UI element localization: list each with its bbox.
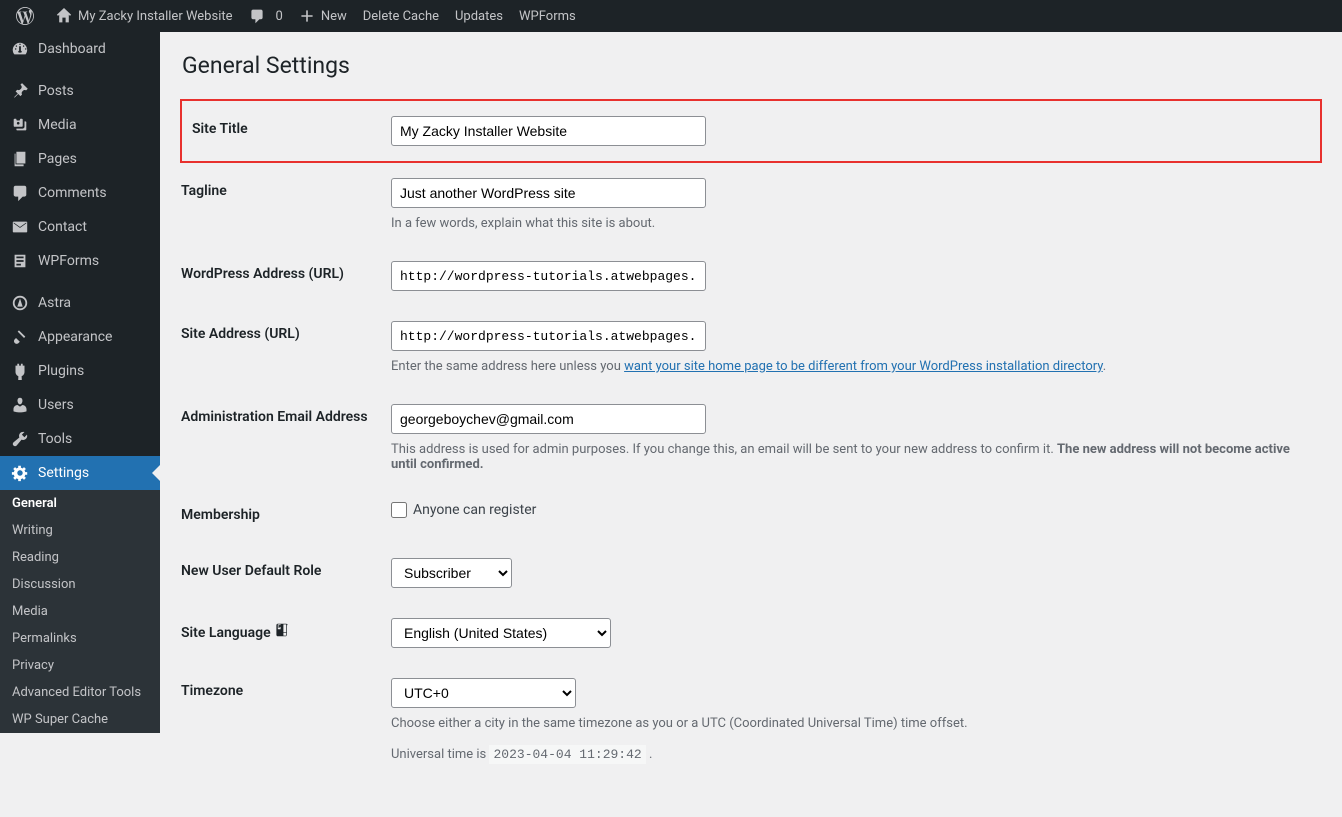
tagline-input[interactable]	[391, 178, 706, 208]
menu-settings[interactable]: Settings	[0, 456, 160, 490]
membership-label: Membership	[181, 487, 381, 543]
membership-checkbox-label[interactable]: Anyone can register	[391, 502, 1311, 518]
submenu-discussion[interactable]: Discussion	[0, 571, 160, 598]
menu-posts[interactable]: Posts	[0, 74, 160, 108]
tagline-description: In a few words, explain what this site i…	[391, 216, 1311, 231]
language-select[interactable]: English (United States)	[391, 618, 611, 648]
comments-icon	[10, 184, 30, 202]
timezone-label: Timezone	[181, 663, 381, 777]
wordpress-icon	[16, 7, 34, 25]
users-icon	[10, 396, 30, 414]
settings-form: Site Title Tagline In a few words, expla…	[180, 99, 1322, 777]
universal-time-text: Universal time is 2023-04-04 11:29:42 .	[391, 747, 1311, 762]
membership-checkbox[interactable]	[391, 502, 407, 518]
menu-media[interactable]: Media	[0, 108, 160, 142]
site-title-input[interactable]	[391, 116, 706, 146]
pin-icon	[10, 82, 30, 100]
comments-link[interactable]: 0	[241, 0, 291, 32]
menu-contact[interactable]: Contact	[0, 210, 160, 244]
menu-appearance[interactable]: Appearance	[0, 320, 160, 354]
wp-url-input[interactable]	[391, 261, 706, 291]
comments-count: 0	[276, 9, 283, 24]
site-url-description: Enter the same address here unless you w…	[391, 359, 1311, 374]
menu-astra[interactable]: Astra	[0, 286, 160, 320]
submenu-permalinks[interactable]: Permalinks	[0, 625, 160, 652]
default-role-label: New User Default Role	[181, 543, 381, 603]
new-content-link[interactable]: New	[291, 0, 355, 32]
comment-icon	[249, 8, 265, 24]
site-name-text: My Zacky Installer Website	[78, 9, 233, 24]
language-label: Site Language	[181, 603, 381, 663]
timezone-select[interactable]: UTC+0	[391, 678, 576, 708]
submenu-privacy[interactable]: Privacy	[0, 652, 160, 679]
page-title: General Settings	[182, 52, 1322, 79]
home-icon	[56, 8, 72, 24]
wrench-icon	[10, 430, 30, 448]
menu-pages[interactable]: Pages	[0, 142, 160, 176]
admin-email-input[interactable]	[391, 404, 706, 434]
admin-bar: My Zacky Installer Website 0 New Delete …	[0, 0, 1342, 32]
menu-comments[interactable]: Comments	[0, 176, 160, 210]
site-url-help-link[interactable]: want your site home page to be different…	[624, 359, 1103, 374]
tagline-label: Tagline	[181, 162, 381, 246]
translate-icon	[275, 626, 289, 640]
wpforms-link[interactable]: WPForms	[511, 0, 584, 32]
menu-tools[interactable]: Tools	[0, 422, 160, 456]
astra-icon	[10, 294, 30, 312]
menu-dashboard[interactable]: Dashboard	[0, 32, 160, 66]
settings-icon	[10, 464, 30, 482]
plugin-icon	[10, 362, 30, 380]
media-icon	[10, 116, 30, 134]
plus-icon	[299, 8, 315, 24]
mail-icon	[10, 218, 30, 236]
updates-link[interactable]: Updates	[447, 0, 511, 32]
timezone-description: Choose either a city in the same timezon…	[391, 716, 1311, 731]
site-url-input[interactable]	[391, 321, 706, 351]
dashboard-icon	[10, 40, 30, 58]
submenu-general[interactable]: General	[0, 490, 160, 517]
submenu-reading[interactable]: Reading	[0, 544, 160, 571]
admin-email-description: This address is used for admin purposes.…	[391, 442, 1311, 472]
wp-url-label: WordPress Address (URL)	[181, 246, 381, 306]
submenu-media[interactable]: Media	[0, 598, 160, 625]
wp-logo[interactable]	[8, 0, 48, 32]
admin-sidebar: Dashboard Posts Media Pages Comments Con…	[0, 32, 160, 701]
settings-submenu: General Writing Reading Discussion Media…	[0, 490, 160, 733]
pages-icon	[10, 150, 30, 168]
menu-plugins[interactable]: Plugins	[0, 354, 160, 388]
brush-icon	[10, 328, 30, 346]
form-icon	[10, 252, 30, 270]
site-title-label: Site Title	[181, 100, 381, 162]
delete-cache-link[interactable]: Delete Cache	[355, 0, 447, 32]
admin-email-label: Administration Email Address	[181, 389, 381, 487]
menu-wpforms[interactable]: WPForms	[0, 244, 160, 278]
universal-time-value: 2023-04-04 11:29:42	[489, 745, 645, 764]
new-text: New	[321, 9, 347, 24]
main-content: General Settings Site Title Tagline In a…	[160, 32, 1342, 817]
submenu-writing[interactable]: Writing	[0, 517, 160, 544]
site-home-link[interactable]: My Zacky Installer Website	[48, 0, 241, 32]
menu-users[interactable]: Users	[0, 388, 160, 422]
site-url-label: Site Address (URL)	[181, 306, 381, 389]
default-role-select[interactable]: Subscriber	[391, 558, 512, 588]
